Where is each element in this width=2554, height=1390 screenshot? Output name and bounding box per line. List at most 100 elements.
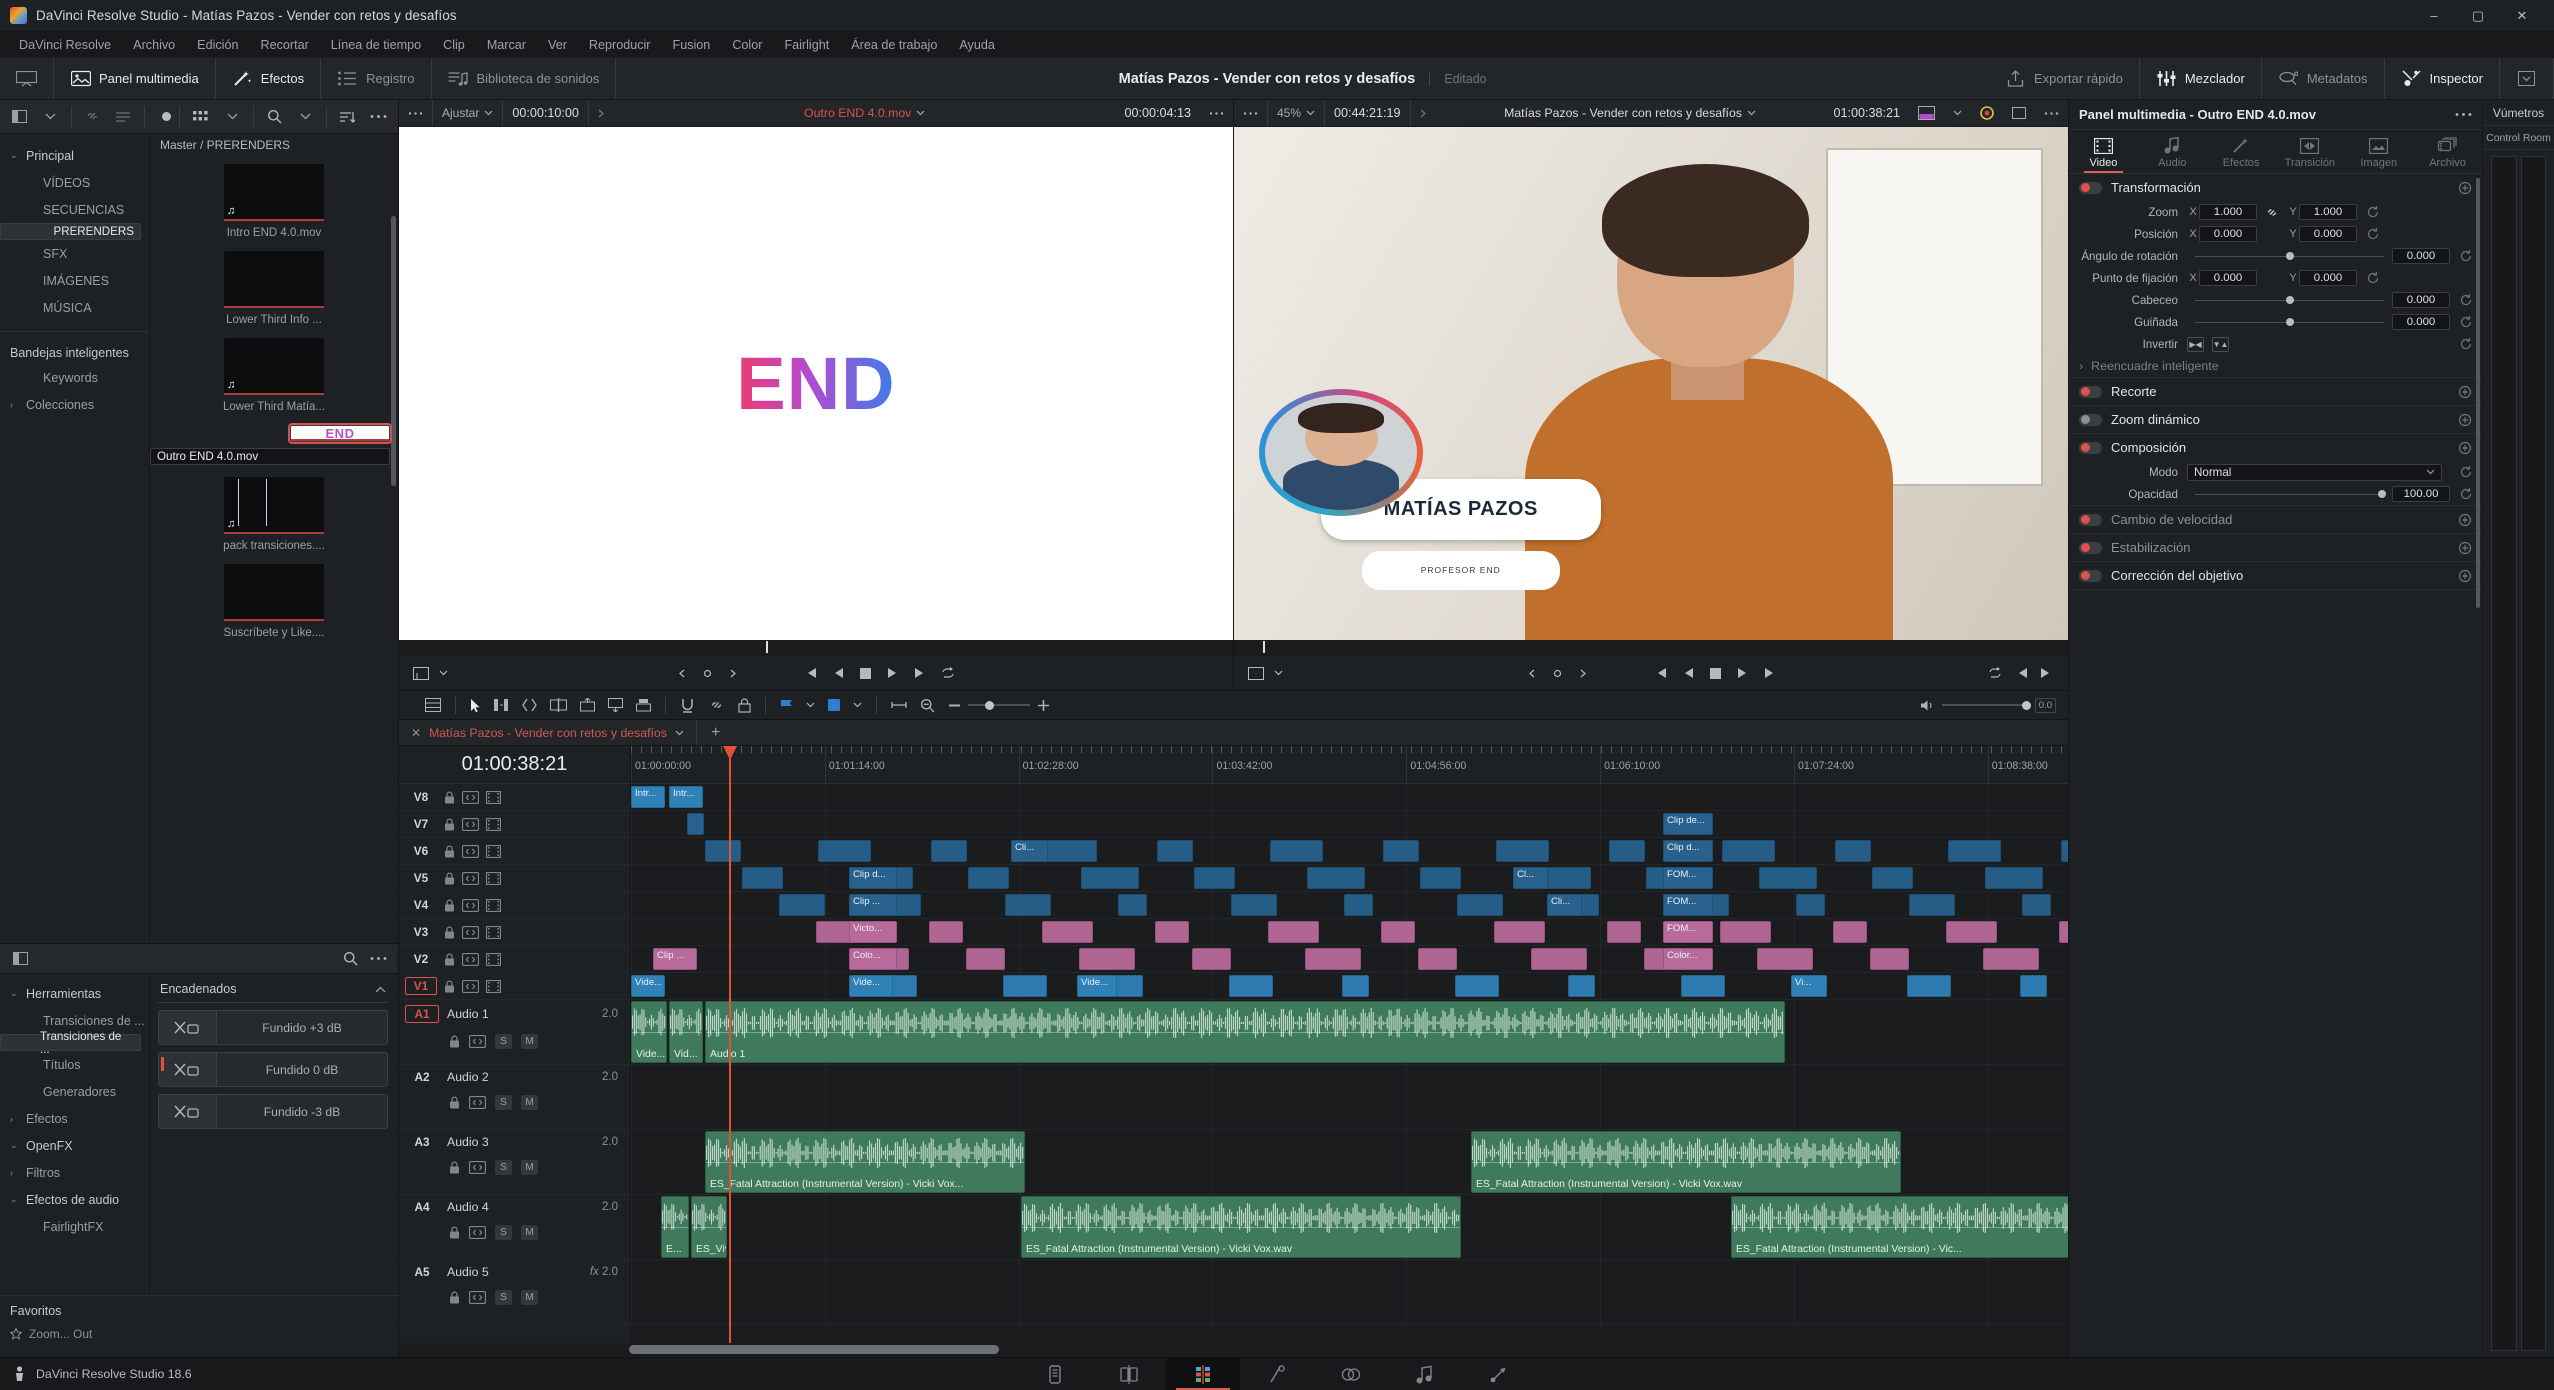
keyframe-diamond-icon[interactable] xyxy=(1553,669,1562,678)
close-button[interactable]: ✕ xyxy=(2500,0,2544,32)
section-enable-toggle[interactable] xyxy=(2079,513,2102,526)
fusion-page[interactable] xyxy=(1240,1358,1314,1390)
timeline-current-timecode[interactable]: 01:00:38:21 xyxy=(399,746,630,784)
smart-bin-keywords[interactable]: Keywords xyxy=(0,364,149,391)
loop-icon[interactable] xyxy=(941,667,955,679)
lock-icon[interactable] xyxy=(444,791,455,804)
link-icon[interactable] xyxy=(2257,206,2287,219)
menu-item-fairlight[interactable]: Fairlight xyxy=(773,32,840,58)
mute-button[interactable]: M xyxy=(521,1225,538,1240)
timeline-clip[interactable] xyxy=(1983,948,2039,970)
flip-horizontal-button[interactable]: ▶◀ xyxy=(2187,336,2204,352)
effects-tree-item[interactable]: ⌄ Efectos de audio xyxy=(0,1186,149,1213)
prev-edit-icon[interactable] xyxy=(2014,667,2028,679)
timeline-audio-clip[interactable]: ES_Fatal Attraction (Instrumental Versio… xyxy=(1471,1131,1901,1193)
timeline-clip[interactable] xyxy=(1681,975,1725,997)
toolbar-mezclador-button[interactable]: Mezclador xyxy=(2140,58,2262,99)
lock-icon[interactable] xyxy=(444,899,455,912)
timeline-clip[interactable] xyxy=(1833,921,1867,943)
bin-item-principal[interactable]: ⌄ Principal xyxy=(0,142,149,169)
bin-item-prerenders[interactable]: PRERENDERS xyxy=(0,223,141,240)
step-forward-icon[interactable] xyxy=(1764,667,1775,679)
inspector-scrollbar[interactable] xyxy=(2476,178,2480,608)
timeline-view-options-icon[interactable] xyxy=(425,698,441,712)
toolbar-metadatos-button[interactable]: Metadatos xyxy=(2262,58,2385,99)
timeline-clip[interactable] xyxy=(1568,975,1595,997)
menu-item-archivo[interactable]: Archivo xyxy=(122,32,186,58)
track-name[interactable]: Audio 4 xyxy=(447,1200,489,1214)
timeline-mode-icon[interactable] xyxy=(1248,666,1264,680)
lock-icon[interactable] xyxy=(444,953,455,966)
cut-page[interactable] xyxy=(1092,1358,1166,1390)
chevron-up-icon[interactable] xyxy=(375,986,386,993)
timeline-clip[interactable] xyxy=(968,867,1009,889)
timeline-clip[interactable] xyxy=(966,948,1005,970)
lock-icon[interactable] xyxy=(444,926,455,939)
video-track-icon[interactable] xyxy=(486,871,501,885)
twisty-icon[interactable]: ⌄ xyxy=(10,150,24,161)
inspector-tab-transicin[interactable]: Transición xyxy=(2275,138,2344,173)
source-clip-dropdown[interactable]: Outro END 4.0.mov xyxy=(795,100,934,126)
property-slider[interactable] xyxy=(2195,486,2387,502)
chevron-down-icon[interactable] xyxy=(853,702,862,708)
effect-item[interactable]: Fundido -3 dB xyxy=(158,1094,388,1129)
sidebar-toggle-icon[interactable] xyxy=(6,947,34,971)
source-fit-dropdown[interactable]: Ajustar xyxy=(433,100,504,126)
source-screen[interactable]: END xyxy=(399,127,1233,640)
solo-button[interactable]: S xyxy=(495,1290,512,1305)
timeline-clip[interactable] xyxy=(742,867,783,889)
color-wheel-icon[interactable] xyxy=(1971,100,2003,126)
auto-select-icon[interactable] xyxy=(469,1161,486,1174)
stop-icon[interactable] xyxy=(859,667,871,679)
timeline-clip[interactable] xyxy=(1946,921,1997,943)
trim-tool-icon[interactable] xyxy=(494,698,509,712)
video-track-icon[interactable] xyxy=(486,844,501,858)
timeline-clip[interactable] xyxy=(1305,948,1361,970)
timeline-audio-clip[interactable]: ES_Fatal Attraction (Instrumental Versio… xyxy=(1021,1196,1461,1258)
more-options-icon[interactable] xyxy=(365,105,392,129)
lock-icon[interactable] xyxy=(444,818,455,831)
color-page[interactable] xyxy=(1314,1358,1388,1390)
solo-button[interactable]: S xyxy=(495,1160,512,1175)
property-value-y[interactable]: 1.000 xyxy=(2299,204,2357,220)
toolbar-efectos-button[interactable]: Efectos xyxy=(216,58,322,99)
timeline-clip[interactable]: Clip ... xyxy=(849,894,897,916)
chevron-down-icon[interactable] xyxy=(806,702,815,708)
next-edit-icon[interactable] xyxy=(2040,667,2054,679)
section-header[interactable]: Corrección del objetivo xyxy=(2069,562,2482,589)
timeline-audio-clip[interactable]: E... xyxy=(661,1196,689,1258)
timeline-audio-clip[interactable]: Vid... xyxy=(669,1001,703,1063)
timeline-clip[interactable] xyxy=(1157,840,1193,862)
auto-select-icon[interactable] xyxy=(462,898,479,912)
effects-tree-item[interactable]: Generadores xyxy=(0,1078,149,1105)
lock-icon[interactable] xyxy=(449,1096,460,1109)
property-value-x[interactable]: 1.000 xyxy=(2199,204,2257,220)
metadata-view-icon[interactable] xyxy=(110,105,137,129)
lock-track-icon[interactable] xyxy=(738,697,751,713)
fairlight-page[interactable] xyxy=(1388,1358,1462,1390)
next-keyframe-icon[interactable] xyxy=(728,669,737,678)
deliver-page[interactable] xyxy=(1462,1358,1536,1390)
keyframe-diamond-icon[interactable] xyxy=(703,669,712,678)
bin-item-v-deos[interactable]: VÍDEOS xyxy=(0,169,149,196)
property-value[interactable]: 0.000 xyxy=(2392,248,2450,264)
media-thumbnail[interactable] xyxy=(224,251,324,308)
timeline-clip[interactable] xyxy=(1607,921,1641,943)
audio-track-header-a5[interactable]: A5 Audio 5 fx 2.0 S M xyxy=(399,1260,630,1325)
inspector-tab-archivo[interactable]: Archivo xyxy=(2413,137,2482,173)
timeline-clip[interactable] xyxy=(929,921,963,943)
timeline-clip[interactable]: Victo... xyxy=(849,921,897,943)
property-slider[interactable] xyxy=(2195,248,2384,264)
timeline-clip[interactable] xyxy=(1342,975,1369,997)
video-track-icon[interactable] xyxy=(486,898,501,912)
section-header[interactable]: Recorte xyxy=(2069,378,2482,405)
timeline-options-icon[interactable] xyxy=(2035,100,2068,126)
timeline-clip[interactable] xyxy=(1948,840,2001,862)
source-mode-icon[interactable] xyxy=(413,666,429,680)
timeline-clip[interactable]: Vi... xyxy=(1791,975,1827,997)
chevron-down-icon[interactable] xyxy=(1944,100,1971,126)
dynamic-trim-icon[interactable] xyxy=(522,698,537,712)
timeline-clip[interactable] xyxy=(818,840,871,862)
search-icon[interactable] xyxy=(336,947,364,971)
section-header[interactable]: Transformación xyxy=(2069,174,2482,201)
